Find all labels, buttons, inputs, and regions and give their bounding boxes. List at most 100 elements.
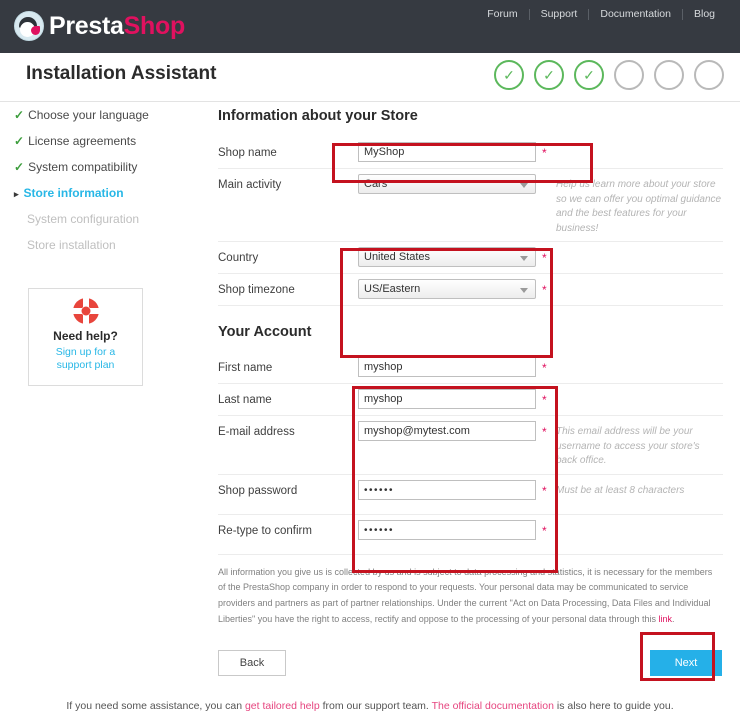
country-value: United States [364, 251, 431, 263]
prestashop-avatar-icon [14, 11, 44, 41]
country-select[interactable]: United States [358, 247, 536, 267]
field-row-country: Country United States * [218, 242, 723, 274]
check-icon: ✓ [14, 108, 25, 122]
nav-link-blog[interactable]: Blog [683, 8, 726, 20]
sidebar-item-store-information[interactable]: ▸ Store information [0, 180, 205, 206]
sidebar-item-license-agreements[interactable]: ✓ License agreements [0, 128, 205, 154]
required-marker: * [542, 283, 547, 297]
label-shop-password: Shop password [218, 484, 298, 497]
legal-text-before: All information you give us is collected… [218, 566, 713, 624]
sidebar-item-store-installation: Store installation [0, 232, 205, 258]
sidebar-item-system-configuration: System configuration [0, 206, 205, 232]
main-activity-value: Cars [364, 178, 388, 190]
chevron-down-icon [520, 256, 528, 261]
control-shop-password [358, 480, 538, 500]
control-country: United States [358, 247, 538, 267]
required-marker: * [542, 483, 547, 498]
store-section-title: Information about your Store [218, 108, 418, 124]
hint-retype-password [556, 520, 723, 524]
last-name-input[interactable] [358, 389, 536, 409]
title-band: Installation Assistant [0, 53, 740, 102]
label-last-name: Last name [218, 394, 272, 406]
required-marker: * [542, 251, 547, 265]
logo-text-shop: Shop [123, 11, 186, 40]
life-ring-icon [72, 298, 99, 324]
shop-password-input[interactable] [358, 480, 536, 500]
need-help-title: Need help? [53, 329, 118, 343]
field-row-email-address: E-mail address * This email address will… [218, 416, 723, 475]
shop-name-input[interactable] [358, 142, 536, 162]
legal-link[interactable]: link [658, 614, 672, 624]
step-circle-3 [574, 60, 604, 90]
nav-link-support[interactable]: Support [530, 8, 589, 20]
footer-link-documentation[interactable]: The official documentation [432, 700, 554, 712]
hint-last-name [556, 389, 723, 393]
caret-right-icon: ▸ [14, 189, 19, 199]
label-main-activity: Main activity [218, 179, 282, 191]
nav-link-forum[interactable]: Forum [476, 8, 528, 20]
need-help-box: Need help? Sign up for a support plan [28, 288, 143, 386]
footer-text-3: is also here to guide you. [553, 700, 674, 712]
footer-text-2: from our support team. [319, 700, 432, 712]
control-retype-password [358, 520, 538, 540]
logo-text-presta: Presta [49, 11, 124, 40]
sidebar-item-label: Store installation [27, 238, 116, 252]
required-marker: * [542, 393, 547, 407]
field-row-shop-timezone: Shop timezone US/Eastern * [218, 274, 723, 306]
legal-text-after: . [671, 613, 675, 624]
email-address-input[interactable] [358, 421, 536, 441]
top-navigation: Forum Support Documentation Blog [476, 8, 726, 20]
step-circle-2 [534, 60, 564, 90]
label-first-name: First name [218, 362, 273, 374]
hint-main-activity: Help us learn more about your store so w… [556, 179, 722, 234]
shop-timezone-select[interactable]: US/Eastern [358, 279, 536, 299]
account-section-title: Your Account [218, 324, 312, 340]
footer-text-1: If you need some assistance, you can [66, 700, 245, 712]
sidebar-item-label: Store information [23, 186, 124, 200]
control-shop-name [358, 142, 538, 162]
control-email-address [358, 421, 538, 441]
footer-link-tailored-help[interactable]: get tailored help [245, 700, 320, 712]
sidebar: ✓ Choose your language ✓ License agreement… [0, 102, 205, 386]
button-row: Back Next [218, 649, 723, 684]
step-circle-6 [694, 60, 724, 90]
step-circle-1 [494, 60, 524, 90]
control-last-name [358, 389, 538, 409]
sidebar-item-label: License agreements [28, 134, 137, 148]
nav-link-documentation[interactable]: Documentation [589, 8, 682, 20]
step-circle-5 [654, 60, 684, 90]
control-shop-timezone: US/Eastern [358, 279, 538, 299]
page-title: Installation Assistant [26, 63, 217, 84]
main-activity-select[interactable]: Cars [358, 174, 536, 194]
hint-email-address: This email address will be your username… [556, 426, 700, 466]
legal-disclaimer: All information you give us is collected… [218, 565, 716, 628]
required-marker: * [542, 361, 547, 375]
field-row-last-name: Last name * [218, 384, 723, 416]
top-bar: PrestaShop Forum Support Documentation B… [0, 0, 740, 53]
next-button[interactable]: Next [650, 649, 722, 676]
sidebar-item-choose-language[interactable]: ✓ Choose your language [0, 102, 205, 128]
field-row-retype-password: Re-type to confirm * [218, 515, 723, 555]
step-circle-4 [614, 60, 644, 90]
control-first-name [358, 357, 538, 377]
chevron-down-icon [520, 183, 528, 188]
logo-wordmark: PrestaShop [49, 11, 186, 40]
back-button[interactable]: Back [218, 649, 286, 676]
control-main-activity: Cars [358, 174, 538, 194]
sidebar-item-label: System configuration [27, 212, 140, 226]
hint-shop-name [556, 142, 723, 146]
prestashop-logo[interactable]: PrestaShop [14, 11, 185, 41]
support-plan-link-line1[interactable]: Sign up for a [29, 346, 142, 359]
support-plan-link-line2[interactable]: support plan [29, 359, 142, 372]
sidebar-item-system-compatibility[interactable]: ✓ System compatibility [0, 154, 205, 180]
step-indicator [494, 60, 724, 90]
field-row-shop-name: Shop name * [218, 137, 723, 169]
retype-password-input[interactable] [358, 520, 536, 540]
label-retype-password: Re-type to confirm [218, 524, 312, 537]
shop-timezone-value: US/Eastern [364, 283, 421, 295]
first-name-input[interactable] [358, 357, 536, 377]
label-shop-timezone: Shop timezone [218, 284, 295, 296]
field-row-main-activity: Main activity Cars Help us learn more ab… [218, 169, 723, 242]
required-marker: * [542, 523, 547, 538]
required-marker: * [542, 146, 547, 160]
